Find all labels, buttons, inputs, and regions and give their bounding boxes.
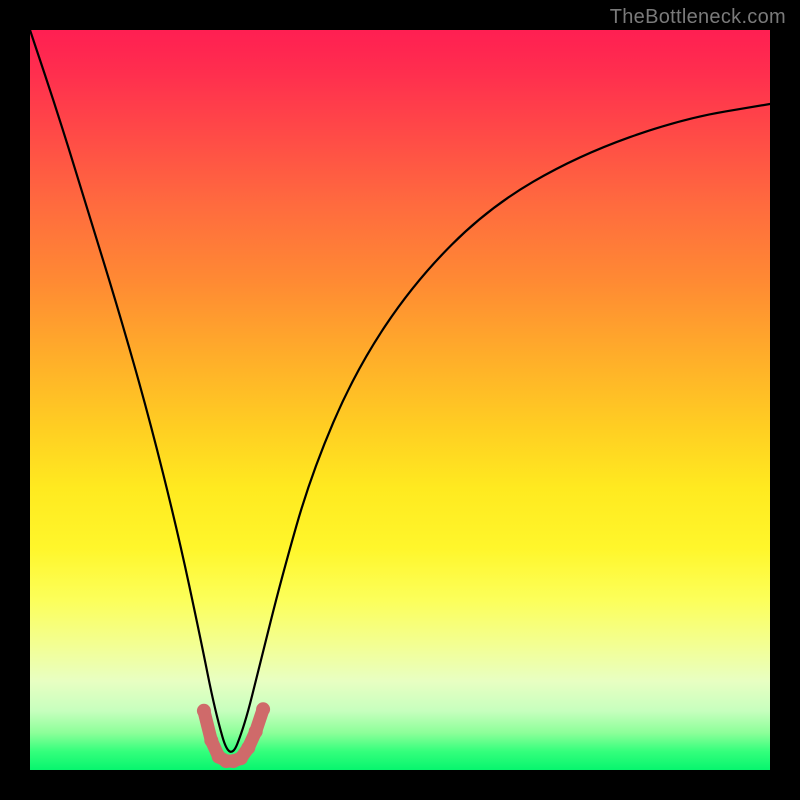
chart-frame: TheBottleneck.com (0, 0, 800, 800)
plot-area (30, 30, 770, 770)
bottleneck-marker-dot (256, 702, 270, 716)
bottleneck-marker (197, 702, 270, 768)
bottleneck-marker-dot (204, 733, 218, 747)
watermark-text: TheBottleneck.com (610, 6, 786, 29)
curve-layer (30, 30, 770, 770)
bottleneck-curve (30, 30, 770, 752)
bottleneck-marker-dot (241, 741, 255, 755)
bottleneck-marker-dot (249, 725, 263, 739)
bottleneck-marker-dot (197, 704, 211, 718)
